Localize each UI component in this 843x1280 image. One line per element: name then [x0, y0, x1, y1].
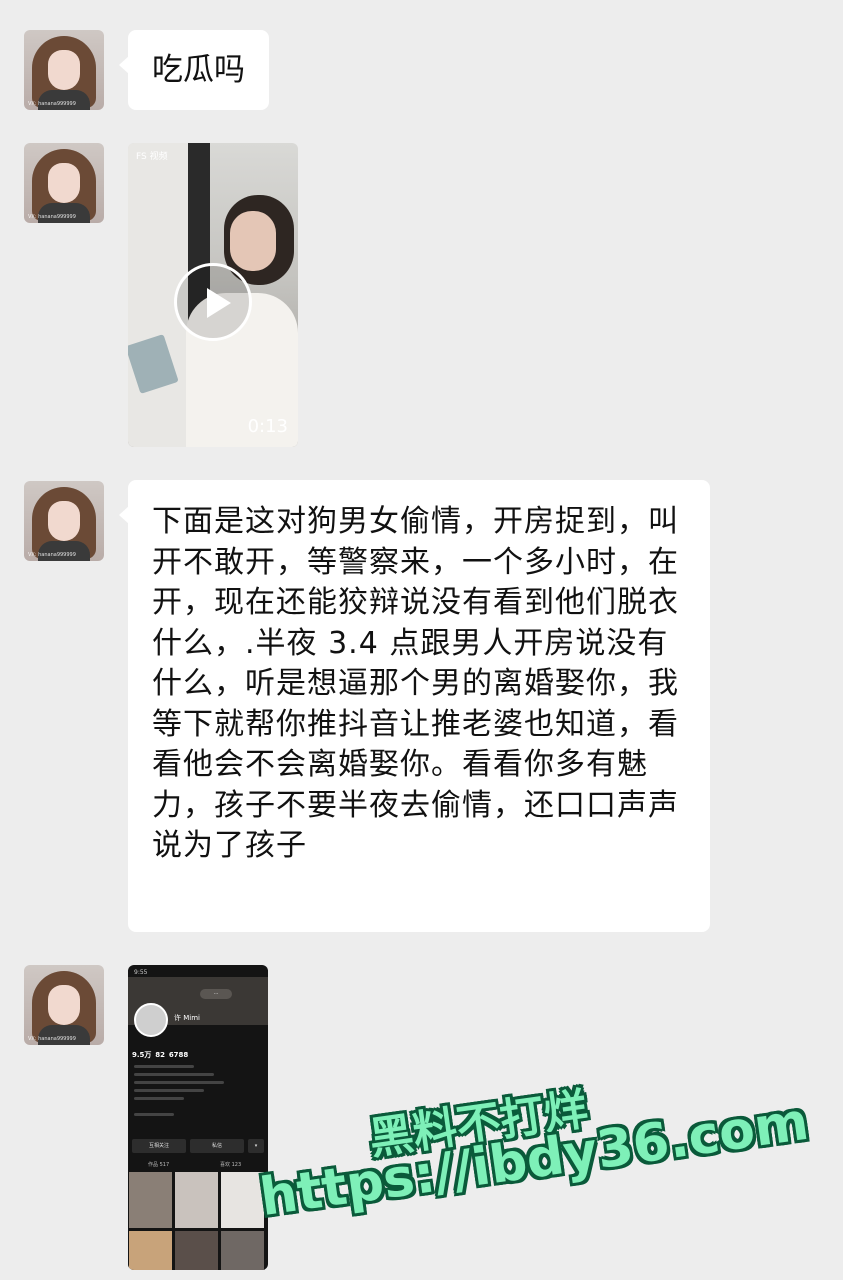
play-icon[interactable]	[174, 263, 252, 341]
avatar[interactable]: VX: hanana999999	[24, 30, 104, 110]
screenshot-status-time: 9:55	[134, 969, 148, 976]
avatar-watermark: VX: hanana999999	[28, 1036, 76, 1042]
avatar-watermark: VX: hanana999999	[28, 214, 76, 220]
more-button: ▾	[248, 1139, 264, 1153]
avatar-watermark: VX: hanana999999	[28, 552, 76, 558]
video-source-mark: FS 视频	[136, 152, 168, 162]
cover-chip: ···	[200, 989, 232, 999]
video-thumb	[174, 1230, 219, 1270]
likes-tab: 喜欢 123	[220, 1162, 242, 1168]
profile-avatar	[134, 1003, 168, 1037]
avatar[interactable]: VX: hanana999999	[24, 965, 104, 1045]
video-thumb	[174, 1171, 219, 1229]
message-button: 私信	[190, 1139, 244, 1153]
avatar-watermark: VX: hanana999999	[28, 101, 76, 107]
image-message[interactable]: 9:55 ··· 许 Mimi 9.5万 82 6788 互相关注 私信 ▾ 作…	[128, 965, 268, 1270]
video-duration: 0:13	[247, 416, 288, 437]
message-text: 下面是这对狗男女偷情，开房捉到，叫开不敢开，等警察来，一个多小时，在开，现在还能…	[152, 504, 679, 863]
video-thumb	[128, 1171, 173, 1229]
message-text: 吃瓜吗	[152, 52, 245, 88]
message-bubble[interactable]: 下面是这对狗男女偷情，开房捉到，叫开不敢开，等警察来，一个多小时，在开，现在还能…	[119, 480, 710, 932]
profile-name: 许 Mimi	[174, 1014, 200, 1022]
video-thumb	[220, 1230, 265, 1270]
profile-stats: 9.5万 82 6788	[132, 1051, 189, 1059]
follow-button: 互相关注	[132, 1139, 186, 1153]
avatar[interactable]: VX: hanana999999	[24, 143, 104, 223]
video-thumb	[128, 1230, 173, 1270]
avatar[interactable]: VX: hanana999999	[24, 481, 104, 561]
message-bubble[interactable]: 吃瓜吗	[119, 30, 269, 110]
video-message[interactable]: FS 视频 0:13	[128, 143, 298, 447]
works-tab: 作品 517	[148, 1162, 170, 1168]
